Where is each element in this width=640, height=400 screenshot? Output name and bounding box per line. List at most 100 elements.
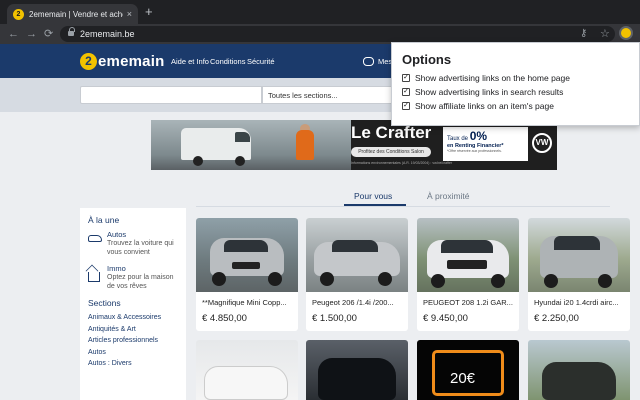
listing-card[interactable] xyxy=(306,340,408,400)
listing-price: € 1.500,00 xyxy=(312,313,357,324)
feature-title[interactable]: Autos xyxy=(107,230,178,239)
listing-price: € 4.850,00 xyxy=(202,313,247,324)
bookmark-star-icon[interactable]: ☆ xyxy=(600,27,610,40)
banner-cta[interactable]: Profitez des Conditions Salon xyxy=(351,147,431,157)
sidebar-section-link[interactable]: Autos : Divers xyxy=(88,360,178,367)
url-text[interactable]: 2ememain.be xyxy=(80,29,135,39)
listing-title[interactable]: Hyundai i20 1.4crdi airc... xyxy=(534,298,626,307)
option-affiliate-links[interactable]: ✓ Show affiliate links on an item's page xyxy=(402,101,629,111)
section-select[interactable]: Toutes les sections... xyxy=(262,86,412,104)
sidebar-section-link[interactable]: Antiquités & Art xyxy=(88,326,178,333)
car-wheel xyxy=(491,274,505,288)
car-wheel xyxy=(212,272,226,286)
nav-link-securite[interactable]: Sécurité xyxy=(247,57,275,66)
option-label[interactable]: Show advertising links in search results xyxy=(415,87,563,97)
logo-text: ememain xyxy=(98,52,165,70)
offer-rate: 0% xyxy=(469,129,488,143)
sidebar-section-link[interactable]: Autos xyxy=(88,349,178,356)
car-wheel xyxy=(598,274,612,288)
active-tab-indicator xyxy=(344,204,406,206)
extension-2ememain-icon[interactable] xyxy=(619,26,633,40)
options-title: Options xyxy=(402,52,452,67)
listing-price: € 2.250,00 xyxy=(534,313,579,324)
option-checkbox[interactable]: ✓ xyxy=(402,88,410,96)
tab-a-proximite[interactable]: À proximité xyxy=(427,191,470,201)
new-tab-icon[interactable]: + xyxy=(145,5,153,19)
house-icon xyxy=(88,267,102,282)
car-window xyxy=(332,240,378,252)
car-window xyxy=(441,240,493,253)
forward-icon[interactable]: → xyxy=(26,27,37,41)
car-wheel xyxy=(320,272,334,286)
messages-icon[interactable] xyxy=(363,57,374,66)
option-label[interactable]: Show affiliate links on an item's page xyxy=(415,101,554,111)
car-grille xyxy=(232,262,260,269)
car-wheel xyxy=(431,274,445,288)
browser-tabbar: 2 2ememain | Vendre et acheter × + xyxy=(0,0,640,24)
lock-icon[interactable] xyxy=(68,27,75,38)
car-window xyxy=(554,236,600,250)
car-wheel xyxy=(378,272,392,286)
site-logo[interactable]: 2 ememain xyxy=(80,52,164,70)
listing-card[interactable]: PEUGEOT 208 1.2i GAR... € 9.450,00 xyxy=(417,218,519,331)
vw-logo-icon: VW xyxy=(532,133,552,153)
options-popup: Options ✓ Show advertising links on the … xyxy=(391,42,640,126)
option-label[interactable]: Show advertising links on the home page xyxy=(415,73,570,83)
listing-photo[interactable] xyxy=(528,218,630,292)
car-grille xyxy=(447,260,487,269)
sidebar-section-link[interactable]: Animaux & Accessoires xyxy=(88,314,178,321)
banner-title: Le Crafter xyxy=(351,123,432,142)
sidebar: À la une Autos Trouvez la voiture qui vo… xyxy=(80,208,186,400)
nav-link-aide[interactable]: Aide et Info xyxy=(171,57,209,66)
close-tab-icon[interactable]: × xyxy=(127,9,132,19)
tab-pour-vous[interactable]: Pour vous xyxy=(354,191,392,201)
offer-label: Taux de 0% xyxy=(447,129,524,143)
listing-title[interactable]: PEUGEOT 208 1.2i GAR... xyxy=(423,298,515,307)
listing-price: € 9.450,00 xyxy=(423,313,468,324)
tab-title: 2ememain | Vendre et acheter xyxy=(29,9,123,19)
listing-card[interactable] xyxy=(528,340,630,400)
sidebar-feature-immo[interactable]: Immo Optez pour la maison de vos rêves xyxy=(88,264,178,291)
listing-card[interactable]: **Magnifique Mini Copp... € 4.850,00 xyxy=(196,218,298,331)
reload-icon[interactable]: ⟳ xyxy=(44,27,53,41)
listing-title[interactable]: Peugeot 206 /1.4i /200... xyxy=(312,298,404,307)
car-window xyxy=(224,240,268,252)
worker-illustration xyxy=(296,130,314,160)
option-checkbox[interactable]: ✓ xyxy=(402,102,410,110)
car-illustration xyxy=(542,362,616,400)
option-checkbox[interactable]: ✓ xyxy=(402,74,410,82)
nav-link-conditions[interactable]: Conditions xyxy=(210,57,245,66)
car-illustration xyxy=(318,358,396,400)
sidebar-feature-autos[interactable]: Autos Trouvez la voiture qui vous convie… xyxy=(88,230,178,257)
site-favicon-icon: 2 xyxy=(13,8,24,20)
offer-note: *Offre réservée aux professionnels. xyxy=(447,149,502,153)
sidebar-section-link[interactable]: Articles professionnels xyxy=(88,337,178,344)
option-home-ads[interactable]: ✓ Show advertising links on the home pag… xyxy=(402,73,629,83)
listing-photo[interactable] xyxy=(417,218,519,292)
browser-tab[interactable]: 2 2ememain | Vendre et acheter × xyxy=(7,4,138,24)
back-icon[interactable]: ← xyxy=(8,27,19,41)
listing-card[interactable]: Hyundai i20 1.4crdi airc... € 2.250,00 xyxy=(528,218,630,331)
logo-mark-icon: 2 xyxy=(80,52,97,70)
feature-title[interactable]: Immo xyxy=(107,264,178,273)
listing-card[interactable]: Peugeot 206 /1.4i /200... € 1.500,00 xyxy=(306,218,408,331)
car-wheel xyxy=(544,274,558,288)
listing-title[interactable]: **Magnifique Mini Copp... xyxy=(202,298,294,307)
van-window xyxy=(235,132,250,142)
sidebar-heading: À la une xyxy=(88,215,120,225)
search-input[interactable] xyxy=(80,86,262,104)
listing-card[interactable] xyxy=(196,340,298,400)
feature-desc: Trouvez la voiture qui vous convient xyxy=(107,240,174,256)
car-icon xyxy=(88,233,102,245)
offer-line1: Taux de xyxy=(447,136,469,142)
listing-photo[interactable] xyxy=(306,218,408,292)
listing-card[interactable]: 20€ xyxy=(417,340,519,400)
banner-photo xyxy=(151,120,351,170)
key-icon[interactable]: ⚷ xyxy=(580,28,587,39)
ad-banner[interactable]: Le Crafter Profitez des Conditions Salon… xyxy=(151,120,557,170)
listing-photo[interactable] xyxy=(196,218,298,292)
tabs-divider xyxy=(196,206,610,207)
option-search-ads[interactable]: ✓ Show advertising links in search resul… xyxy=(402,87,629,97)
address-bar[interactable]: 2ememain.be ⚷ ☆ xyxy=(60,26,615,42)
engine-price-text: 20€ xyxy=(450,370,476,387)
